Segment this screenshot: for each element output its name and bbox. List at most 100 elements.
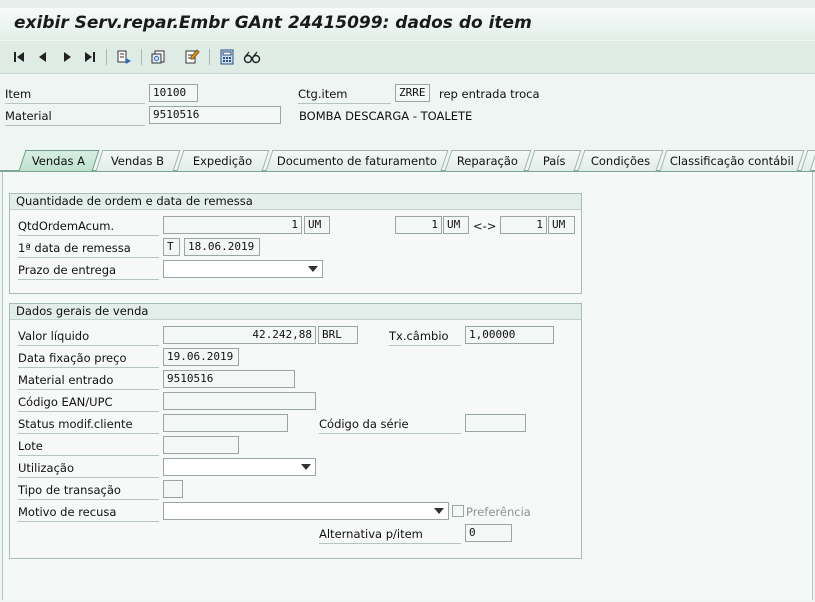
toolbar [0, 41, 815, 74]
alternativa-item-label: Alternativa p/item [319, 527, 423, 541]
status-modif-field[interactable] [163, 414, 288, 432]
lote-field[interactable] [163, 436, 239, 454]
motivo-recusa-label: Motivo de recusa [18, 505, 117, 519]
group-dados-gerais-venda-title: Dados gerais de venda [10, 304, 581, 320]
codigo-serie-field[interactable] [465, 414, 526, 432]
calculator-icon[interactable] [218, 48, 236, 66]
edit-icon[interactable] [183, 48, 201, 66]
valor-liquido-label: Valor líquido [18, 329, 90, 343]
previous-item-icon[interactable] [34, 48, 52, 66]
tab-classificacao-contabil-label: Classificação contábil [669, 154, 794, 168]
conversion-arrow: <-> [473, 219, 497, 233]
valor-liquido-field[interactable]: 42.242,88 [163, 326, 316, 344]
valor-currency-field[interactable]: BRL [318, 326, 358, 344]
alternativa-item-field[interactable]: 0 [465, 524, 512, 542]
utilizacao-label: Utilização [18, 461, 75, 475]
prazo-entrega-dropdown[interactable] [163, 260, 323, 278]
conversion-right-field[interactable]: 1 [500, 216, 547, 234]
data-fixacao-underline [18, 367, 159, 368]
qtd-ordem-underline [18, 235, 159, 236]
item-field[interactable]: 10100 [149, 84, 198, 102]
motivo-recusa-underline [18, 521, 159, 522]
remessa-date-type-field[interactable]: T [163, 238, 180, 256]
tipo-transacao-label: Tipo de transação [18, 483, 121, 497]
utilizacao-dropdown[interactable] [163, 458, 316, 476]
chevron-down-icon [308, 266, 318, 272]
utilizacao-underline [18, 477, 159, 478]
tab-condicoes[interactable]: Condições [577, 150, 664, 171]
document-flow-icon[interactable] [115, 48, 133, 66]
prazo-entrega-label: Prazo de entrega [18, 263, 117, 277]
remessa-date-label: 1ª data de remessa [18, 241, 131, 255]
ctg-item-field[interactable]: ZRRE [395, 84, 430, 102]
chevron-down-icon [434, 508, 444, 514]
tab-condicoes-label: Condições [590, 154, 650, 168]
tipo-transacao-underline [18, 499, 159, 500]
page-title: exibir Serv.repar.Embr GAnt 24415099: da… [14, 13, 532, 33]
conversion-right-unit-field[interactable]: UM [548, 216, 575, 234]
tab-pais[interactable]: País [527, 150, 582, 171]
codigo-ean-underline [18, 411, 159, 412]
ctg-item-label-underline [298, 103, 391, 104]
tab-reparacao-label: Reparação [457, 154, 519, 168]
lote-label: Lote [18, 439, 43, 453]
alternativa-item-underline [319, 543, 461, 544]
header-icon[interactable] [149, 48, 167, 66]
ctg-item-label: Ctg.item [298, 87, 348, 101]
tab-reparacao[interactable]: Reparação [444, 150, 532, 171]
material-label-underline [5, 125, 145, 126]
tab-vendas-b[interactable]: Vendas B [95, 150, 181, 171]
material-entrado-field[interactable]: 9510516 [163, 370, 295, 388]
chevron-down-icon [301, 464, 311, 470]
prazo-entrega-underline [18, 279, 159, 280]
codigo-serie-label: Código da série [319, 417, 409, 431]
tipo-transacao-field[interactable] [163, 480, 183, 498]
lote-underline [18, 455, 159, 456]
tx-cambio-underline [389, 345, 461, 346]
status-modif-label: Status modif.cliente [18, 417, 133, 431]
tab-pais-label: País [543, 154, 566, 168]
conversion-left-field[interactable]: 1 [395, 216, 442, 234]
qtd-ordem-unit-field[interactable]: UM [304, 216, 330, 234]
ctg-item-description: rep entrada troca [439, 87, 540, 101]
tx-cambio-field[interactable]: 1,00000 [465, 326, 554, 344]
item-label: Item [5, 87, 32, 101]
tab-expedicao[interactable]: Expedição [176, 150, 270, 171]
preferencia-checkbox[interactable] [452, 505, 464, 517]
conversion-left-unit-field[interactable]: UM [443, 216, 469, 234]
tab-expedicao-label: Expedição [193, 154, 253, 168]
glasses-icon[interactable] [242, 48, 262, 66]
tab-documento-faturamento-label: Documento de faturamento [276, 154, 437, 168]
remessa-date-field[interactable]: 18.06.2019 [184, 238, 260, 256]
next-item-icon[interactable] [58, 48, 76, 66]
tx-cambio-label: Tx.câmbio [389, 329, 449, 343]
preferencia-label: Preferência [466, 505, 531, 519]
valor-liquido-underline [18, 345, 159, 346]
remessa-date-underline [18, 257, 159, 258]
tab-vendas-a-label: Vendas A [32, 154, 86, 168]
status-modif-underline [18, 433, 159, 434]
toolbar-separator [141, 49, 142, 65]
motivo-recusa-dropdown[interactable] [163, 502, 449, 520]
material-field[interactable]: 9510516 [149, 106, 281, 124]
material-label: Material [5, 109, 52, 123]
material-entrado-label: Material entrado [18, 373, 114, 387]
codigo-ean-field[interactable] [163, 392, 316, 410]
tab-documento-faturamento[interactable]: Documento de faturamento [265, 150, 449, 171]
tab-vendas-b-label: Vendas B [111, 154, 165, 168]
material-description: BOMBA DESCARGA - TOALETE [299, 109, 473, 123]
toolbar-separator [209, 49, 210, 65]
toolbar-separator [106, 49, 107, 65]
data-fixacao-label: Data fixação preço [18, 351, 127, 365]
last-item-icon[interactable] [81, 48, 99, 66]
first-item-icon[interactable] [10, 48, 28, 66]
qtd-ordem-label: QtdOrdemAcum. [18, 219, 115, 233]
tab-vendas-a[interactable]: Vendas A [18, 150, 100, 171]
data-fixacao-field[interactable]: 19.06.2019 [163, 348, 239, 366]
codigo-serie-underline [319, 433, 461, 434]
group-quantidade-remessa-title: Quantidade de ordem e data de remessa [10, 194, 581, 210]
material-entrado-underline [18, 389, 159, 390]
item-label-underline [5, 103, 145, 104]
tab-classificacao-contabil[interactable]: Classificação contábil [659, 150, 805, 171]
qtd-ordem-field[interactable]: 1 [163, 216, 302, 234]
